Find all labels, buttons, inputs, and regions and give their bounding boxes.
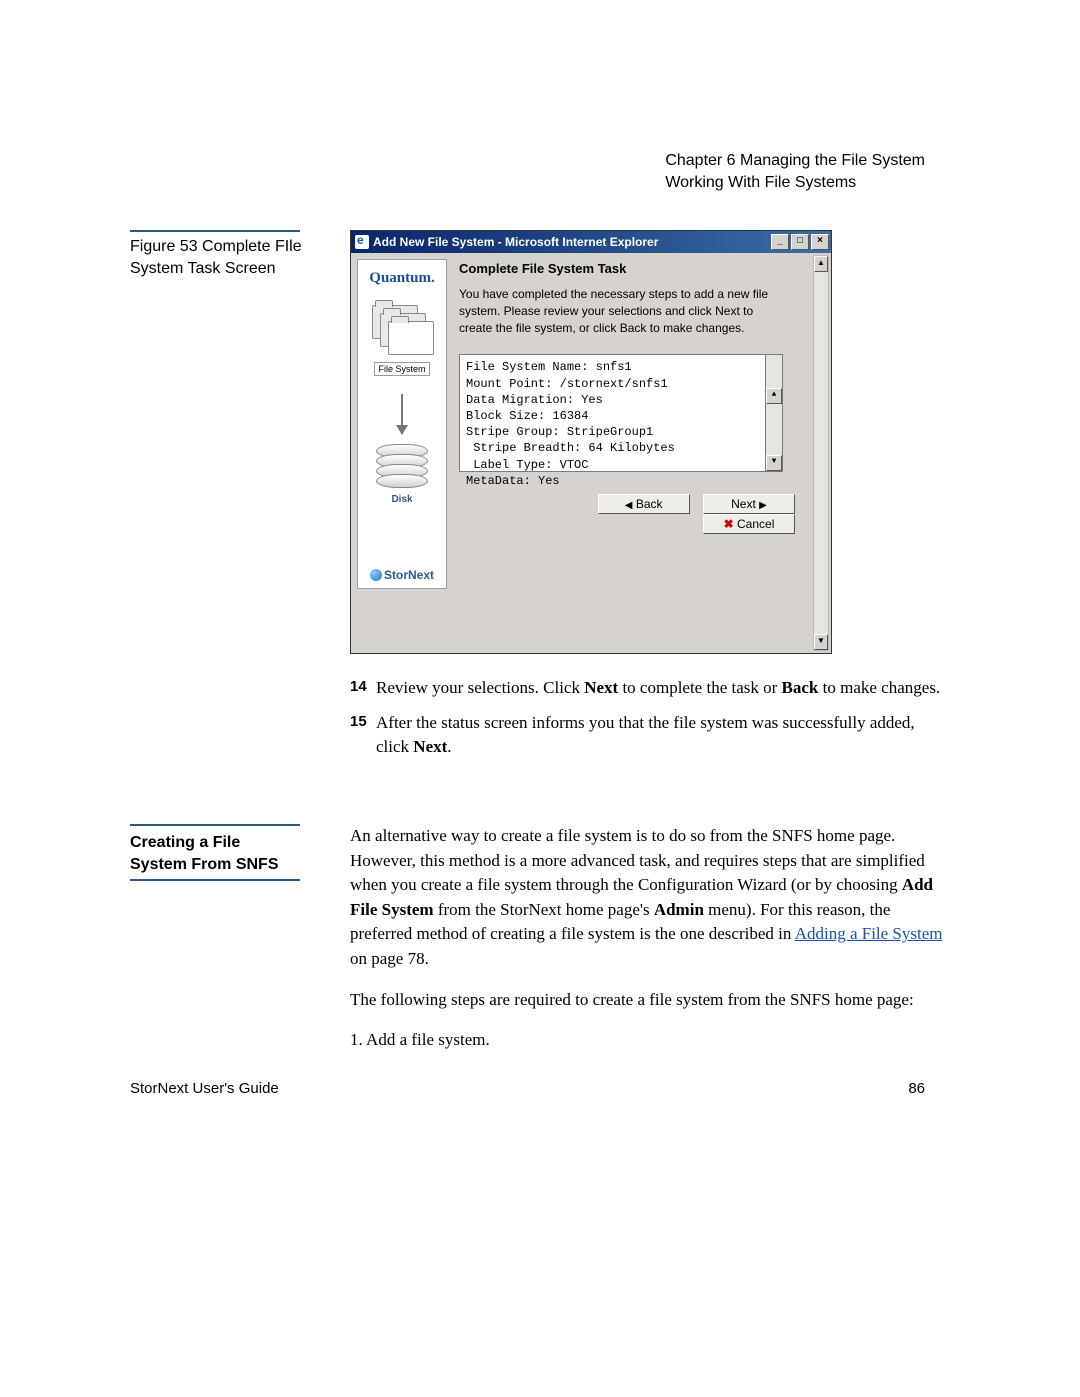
caption-rule [130,230,300,232]
section-label: Working With File Systems [665,172,925,194]
restore-button[interactable]: □ [791,234,809,250]
cancel-button[interactable]: ✖ Cancel [703,514,795,534]
step-number: 15 [350,711,376,760]
titlebar: Add New File System - Microsoft Internet… [351,231,831,253]
disk-stack-icon [376,444,428,488]
step-14: 14 Review your selections. Click Next to… [350,676,950,701]
paragraph: The following steps are required to crea… [350,988,950,1013]
footer-title: StorNext User's Guide [130,1080,279,1097]
stornext-logo: StorNext [358,568,446,582]
ie-icon [355,235,369,249]
scroll-up-icon[interactable]: ▲ [766,388,782,404]
page-header: Chapter 6 Managing the File System Worki… [665,150,925,193]
section-heading: Creating a File System From SNFS [130,832,300,881]
wizard-heading: Complete File System Task [459,261,807,276]
close-button[interactable]: × [811,234,829,250]
wizard-intro: You have completed the necessary steps t… [459,286,789,336]
step-15: 15 After the status screen informs you t… [350,711,950,760]
step-list: 14 Review your selections. Click Next to… [350,676,950,760]
step-text: Review your selections. Click Next to co… [376,676,940,701]
xref-link[interactable]: Adding a File System [795,924,943,943]
window-title: Add New File System - Microsoft Internet… [373,235,771,249]
back-button[interactable]: ◀ Back [598,494,690,514]
scroll-down-icon[interactable]: ▼ [814,634,828,650]
step-number: 14 [350,676,376,701]
wizard-sidebar: Quantum. File System [357,259,447,589]
page-footer: StorNext User's Guide 86 [130,1080,925,1097]
folder-stack-icon [372,305,432,357]
outer-scrollbar[interactable]: ▲ ▼ [813,255,829,651]
scroll-up-icon[interactable]: ▲ [814,256,828,272]
chapter-label: Chapter 6 Managing the File System [665,150,925,172]
minimize-button[interactable]: _ [771,234,789,250]
globe-icon [370,569,382,581]
next-button[interactable]: Next ▶ [703,494,795,514]
disk-label: Disk [362,494,442,505]
quantum-logo: Quantum. [362,270,442,287]
arrow-down-icon [401,394,403,434]
summary-textbox[interactable]: File System Name: snfs1 Mount Point: /st… [459,354,767,472]
step-text: After the status screen informs you that… [376,711,950,760]
list-item: 1. Add a file system. [350,1028,950,1053]
figure-caption: Figure 53 Complete FIle System Task Scre… [130,236,330,279]
dialog-window: Add New File System - Microsoft Internet… [350,230,832,654]
filesystem-tag: File System [374,362,429,376]
page-number: 86 [908,1080,925,1097]
paragraph: An alternative way to create a file syst… [350,824,950,972]
scroll-down-icon[interactable]: ▼ [766,455,782,471]
section-rule [130,824,300,826]
summary-scrollbar[interactable]: ▲ ▼ [765,354,783,472]
